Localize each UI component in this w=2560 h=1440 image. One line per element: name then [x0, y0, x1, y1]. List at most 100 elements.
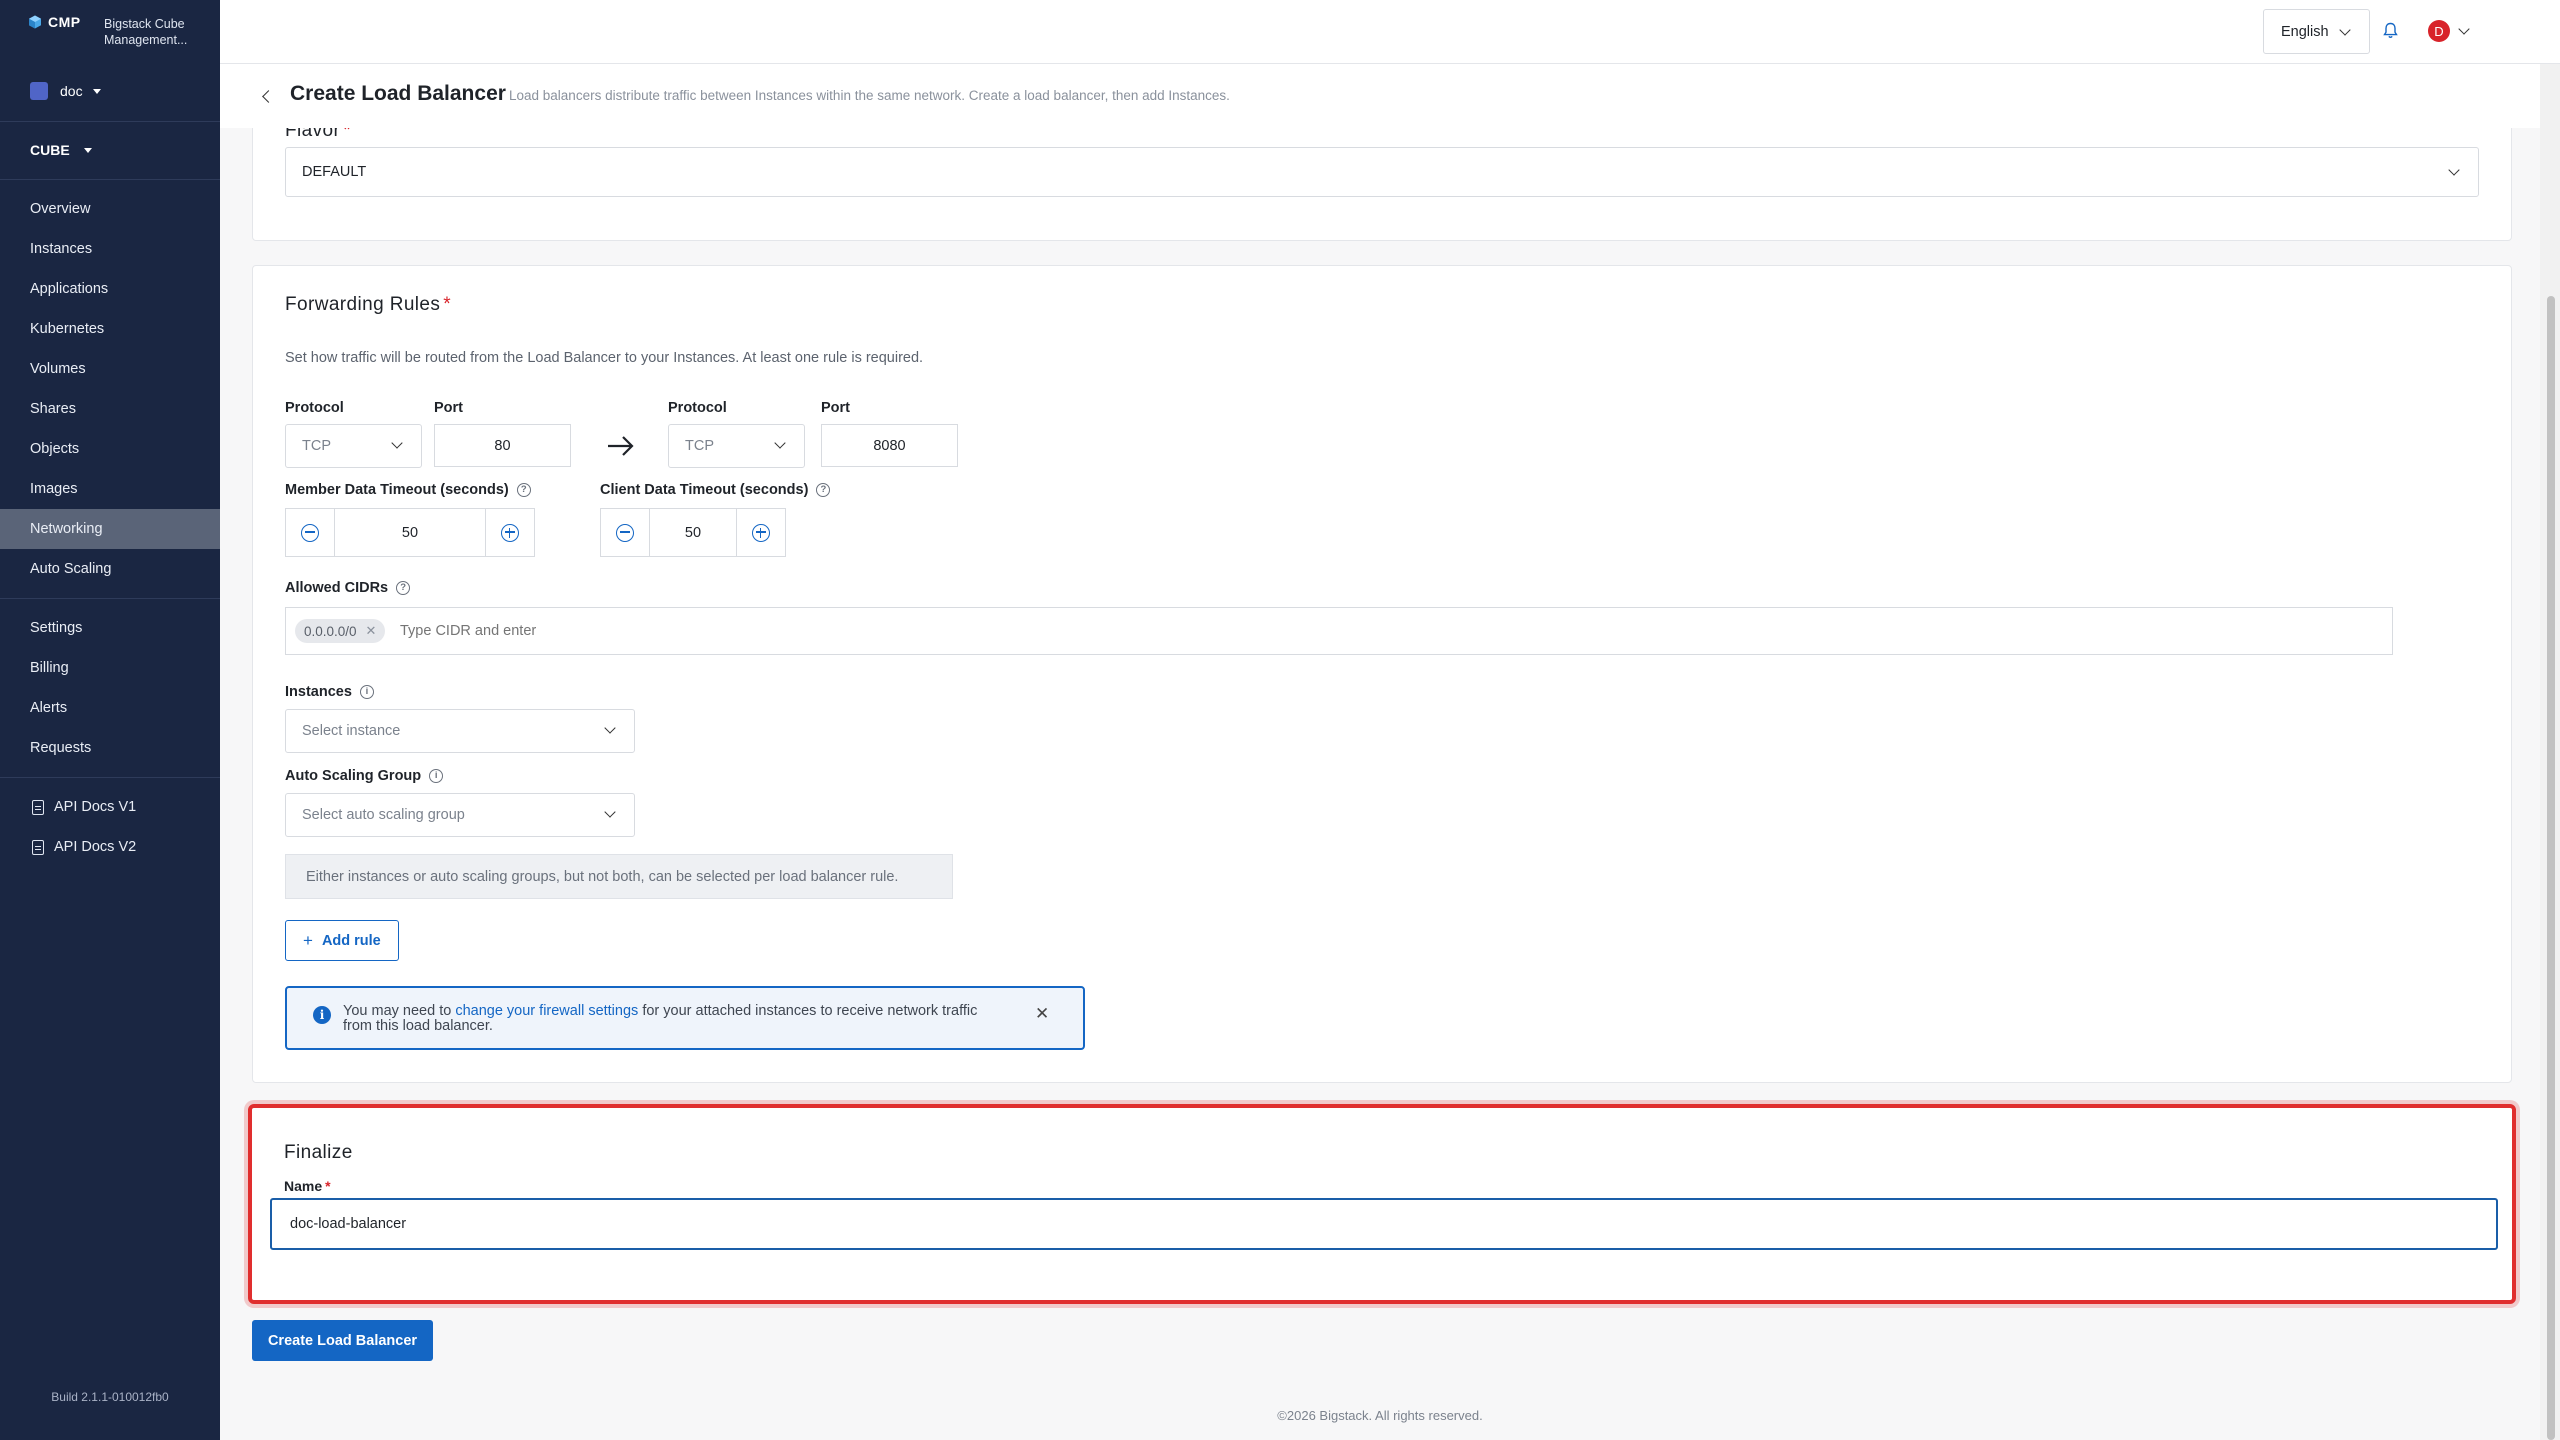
instance-select[interactable]: Select instance	[285, 709, 635, 753]
source-protocol-select[interactable]: TCP	[285, 424, 422, 468]
client-timeout-label: Client Data Timeout (seconds)?	[600, 482, 831, 498]
source-protocol-value: TCP	[302, 438, 331, 454]
sidebar-item-applications[interactable]: Applications	[0, 269, 220, 309]
plus-circle-icon	[501, 523, 519, 542]
close-icon[interactable]: ✕	[1035, 1004, 1049, 1024]
user-avatar[interactable]: D	[2428, 20, 2450, 42]
selection-hint: Either instances or auto scaling groups,…	[285, 854, 953, 899]
member-timeout-value[interactable]: 50	[334, 509, 486, 556]
forwarding-rules-card: Forwarding Rules * Set how traffic will b…	[252, 265, 2512, 1083]
help-icon[interactable]: ?	[516, 483, 531, 498]
source-port-label: Port	[434, 400, 463, 416]
sidebar-item-networking[interactable]: Networking	[0, 509, 220, 549]
create-load-balancer-button[interactable]: Create Load Balancer	[252, 1320, 433, 1361]
name-label: Name *	[284, 1178, 331, 1194]
source-port-input[interactable]: 80	[434, 424, 571, 467]
name-input[interactable]	[270, 1198, 2498, 1250]
flavor-select[interactable]: DEFAULT	[285, 147, 2479, 197]
brand-name: Bigstack Cube Management...	[104, 17, 188, 47]
sidebar-item-label: Shares	[30, 401, 76, 417]
sidebar-item-label: Objects	[30, 441, 80, 457]
page-description: Load balancers distribute traffic betwee…	[509, 88, 1230, 103]
asg-label: Auto Scaling Group i	[285, 768, 444, 784]
increment-button[interactable]	[737, 509, 785, 556]
notice-text: You may need to change your firewall set…	[343, 1004, 983, 1034]
sidebar-item-api-docs-v2[interactable]: API Docs V2	[0, 827, 220, 867]
sidebar-item-label: Alerts	[30, 700, 68, 716]
info-icon: i	[313, 1006, 331, 1024]
main-content: Flavor * DEFAULT Forwarding Rules * Set ho…	[220, 128, 2540, 1440]
sidebar-item-label: Applications	[30, 281, 109, 297]
client-timeout-value[interactable]: 50	[649, 509, 737, 556]
sidebar-item-api-docs-v1[interactable]: API Docs V1	[0, 787, 220, 827]
sidebar-item-label: Requests	[30, 740, 92, 756]
member-timeout-stepper: 50	[285, 508, 535, 557]
sidebar-item-overview[interactable]: Overview	[0, 189, 220, 229]
chevron-down-icon	[774, 437, 786, 449]
add-rule-button[interactable]: + Add rule	[285, 920, 399, 961]
target-protocol-value: TCP	[685, 438, 714, 454]
document-icon	[32, 839, 44, 855]
finalize-card: Finalize Name *	[248, 1104, 2516, 1304]
back-arrow-icon[interactable]	[262, 90, 275, 103]
sidebar-item-kubernetes[interactable]: Kubernetes	[0, 309, 220, 349]
minus-circle-icon	[301, 523, 319, 542]
sidebar-item-label: Images	[30, 481, 78, 497]
target-port-input[interactable]: 8080	[821, 424, 958, 467]
sidebar-item-instances[interactable]: Instances	[0, 229, 220, 269]
sidebar-item-settings[interactable]: Settings	[0, 608, 220, 648]
client-timeout-stepper: 50	[600, 508, 786, 557]
help-icon[interactable]: ?	[816, 483, 831, 498]
sidebar-item-requests[interactable]: Requests	[0, 728, 220, 768]
forwarding-rules-description: Set how traffic will be routed from the …	[285, 350, 924, 366]
sidebar-item-volumes[interactable]: Volumes	[0, 349, 220, 389]
increment-button[interactable]	[486, 509, 534, 556]
sidebar-divider	[0, 598, 220, 599]
target-protocol-label: Protocol	[668, 400, 727, 416]
info-icon[interactable]: i	[429, 769, 444, 784]
bell-icon[interactable]	[2383, 22, 2398, 39]
close-icon[interactable]: ✕	[366, 623, 377, 639]
allowed-cidrs-label-text: Allowed CIDRs	[285, 580, 389, 596]
plus-circle-icon	[752, 523, 770, 542]
cube-logo-icon	[29, 15, 41, 29]
decrement-button[interactable]	[286, 509, 334, 556]
scrollbar-thumb[interactable]	[2547, 296, 2555, 1440]
firewall-settings-link[interactable]: change your firewall settings	[455, 1003, 638, 1019]
chevron-down-icon	[2448, 164, 2460, 176]
brand-logo[interactable]: CMP	[28, 14, 81, 30]
project-switcher[interactable]: doc	[30, 82, 101, 100]
decrement-button[interactable]	[601, 509, 649, 556]
region-switcher[interactable]: CUBE	[30, 142, 92, 158]
sidebar-divider	[0, 777, 220, 778]
target-protocol-select[interactable]: TCP	[668, 424, 805, 468]
page-title: Create Load Balancer	[290, 82, 506, 105]
cidr-text-input[interactable]	[400, 620, 800, 642]
member-timeout-label-text: Member Data Timeout (seconds)	[285, 482, 509, 498]
plus-icon: +	[303, 930, 313, 950]
sidebar-item-alerts[interactable]: Alerts	[0, 688, 220, 728]
sidebar-item-objects[interactable]: Objects	[0, 429, 220, 469]
sidebar-item-shares[interactable]: Shares	[0, 389, 220, 429]
page-header: Create Load Balancer Load balancers dist…	[220, 64, 2560, 128]
chevron-down-icon	[604, 806, 616, 818]
required-mark: *	[443, 294, 452, 315]
flavor-value: DEFAULT	[302, 164, 367, 180]
sidebar-item-label: API Docs V1	[54, 799, 137, 815]
sidebar-item-images[interactable]: Images	[0, 469, 220, 509]
name-label-text: Name	[284, 1178, 323, 1194]
notice-text-before: You may need to	[343, 1003, 456, 1019]
chevron-down-icon	[2339, 24, 2351, 36]
help-icon[interactable]: ?	[396, 581, 411, 596]
allowed-cidrs-input[interactable]: 0.0.0.0/0 ✕	[285, 607, 2393, 655]
cidr-tag: 0.0.0.0/0 ✕	[295, 619, 386, 643]
language-select[interactable]: English	[2263, 9, 2370, 54]
info-icon[interactable]: i	[359, 685, 374, 700]
required-mark: *	[325, 1178, 331, 1194]
sidebar-item-billing[interactable]: Billing	[0, 648, 220, 688]
sidebar-item-auto-scaling[interactable]: Auto Scaling	[0, 549, 220, 589]
asg-select[interactable]: Select auto scaling group	[285, 793, 635, 837]
allowed-cidrs-label: Allowed CIDRs?	[285, 580, 411, 596]
instance-select-placeholder: Select instance	[302, 723, 401, 739]
sidebar-divider	[0, 179, 220, 180]
